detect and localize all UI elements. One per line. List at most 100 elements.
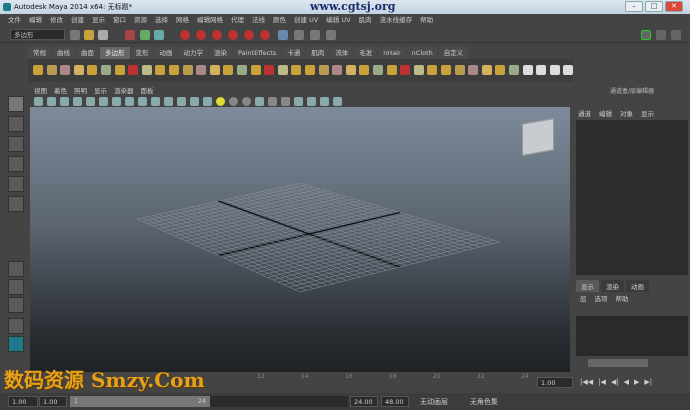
panel-tool-icon[interactable]	[320, 97, 329, 106]
panel-tool-icon[interactable]	[307, 97, 316, 106]
end-time-field[interactable]: 48.00	[381, 396, 409, 407]
shelf-tool-icon[interactable]	[209, 65, 220, 75]
shelf-tab[interactable]: nHair	[378, 47, 406, 59]
menu-item[interactable]: 修改	[50, 14, 63, 27]
mode-select[interactable]: 多边形	[10, 29, 65, 40]
layer-menu-item[interactable]: 层	[580, 293, 587, 303]
shelf-tab[interactable]: 多边形	[100, 47, 130, 59]
open-scene-icon[interactable]	[84, 30, 94, 40]
shelf-tab[interactable]: 肌肉	[306, 47, 330, 59]
shelf-tool-icon[interactable]	[60, 65, 71, 75]
shelf-tool-icon[interactable]	[359, 65, 370, 75]
shelf-tool-icon[interactable]	[332, 65, 343, 75]
layer-menu-item[interactable]: 选项	[595, 293, 608, 303]
menu-item[interactable]: 颜色	[273, 14, 286, 27]
shelf-tab[interactable]: 自定义	[438, 47, 469, 59]
shelf-tool-icon[interactable]	[454, 65, 465, 75]
shelf-tool-icon[interactable]	[441, 65, 451, 75]
shelf-tab[interactable]: PaintEffects	[233, 47, 282, 59]
shelf-tool-icon[interactable]	[481, 65, 492, 75]
shelf-tool-icon[interactable]	[345, 65, 356, 75]
anim-layer-select[interactable]: 无动画层	[420, 397, 448, 407]
menu-item[interactable]: 选择	[155, 14, 168, 27]
channel-box-area[interactable]	[576, 120, 688, 275]
shelf-tab[interactable]: 曲线	[52, 47, 75, 59]
shelf-tool-icon[interactable]	[223, 65, 234, 75]
shelf-tool-icon[interactable]	[46, 65, 57, 75]
minimize-button[interactable]: –	[625, 1, 643, 12]
shelf-tool-icon[interactable]	[468, 65, 479, 75]
panel-menu-item[interactable]: 视图	[34, 86, 47, 96]
shelf-tab[interactable]: 毛发	[354, 47, 378, 59]
channel-menu-item[interactable]: 对象	[620, 108, 633, 118]
panel-tool-icon[interactable]	[294, 97, 303, 106]
start-time-field[interactable]: 1.00	[8, 396, 38, 407]
panel-menu-item[interactable]: 照明	[74, 86, 87, 96]
layout-single-icon[interactable]	[8, 261, 24, 277]
step-back-frame-icon[interactable]: ◀|	[611, 378, 619, 386]
menu-item[interactable]: 编辑网格	[197, 14, 223, 27]
menu-item[interactable]: 代理	[231, 14, 244, 27]
shelf-tab[interactable]: 曲面	[76, 47, 99, 59]
layout-hypershade-icon[interactable]	[8, 336, 24, 352]
move-tool-icon[interactable]	[8, 156, 24, 172]
panel-menu-item[interactable]: 渲染器	[114, 86, 134, 96]
panel-menu-item[interactable]: 面板	[141, 86, 154, 96]
save-scene-icon[interactable]	[98, 30, 108, 40]
panel-tool-icon[interactable]	[99, 97, 108, 106]
maximize-button[interactable]: □	[645, 1, 663, 12]
range-track[interactable]: 1 24	[70, 396, 348, 407]
panel-menu-item[interactable]: 着色	[54, 86, 67, 96]
snap-plane-icon[interactable]	[228, 30, 238, 40]
shelf-tool-icon[interactable]	[305, 65, 315, 75]
panel-tool-icon[interactable]	[125, 97, 134, 106]
panel-tool-icon[interactable]	[177, 97, 186, 106]
shelf-tool-icon[interactable]	[509, 65, 519, 75]
scale-tool-icon[interactable]	[8, 196, 24, 212]
current-time-field[interactable]: 1.00	[537, 377, 573, 388]
play-forward-icon[interactable]: ▶	[634, 378, 639, 386]
snap-point-icon[interactable]	[212, 30, 222, 40]
new-scene-icon[interactable]	[70, 30, 80, 40]
panel-tool-icon[interactable]	[47, 97, 56, 106]
menu-item[interactable]: 创建	[71, 14, 84, 27]
snap-grid-icon[interactable]	[180, 30, 190, 40]
panel-tool-icon[interactable]	[60, 97, 69, 106]
shelf-tool-icon[interactable]	[169, 65, 179, 75]
menu-item[interactable]: 窗口	[113, 14, 126, 27]
shelf-tool-icon[interactable]	[73, 65, 84, 75]
shelf-tool-icon[interactable]	[250, 65, 261, 75]
layout-four-icon[interactable]	[8, 279, 24, 295]
menu-item[interactable]: 创建 UV	[294, 14, 318, 27]
shelf-tool-icon[interactable]	[264, 65, 275, 75]
panel-tool-icon[interactable]	[242, 97, 251, 106]
layer-tab[interactable]: 渲染	[601, 280, 624, 292]
shelf-tab[interactable]: 变形	[130, 47, 154, 59]
panel-tool-icon[interactable]	[112, 97, 121, 106]
shelf-tab[interactable]: 动画	[154, 47, 178, 59]
shelf-tab[interactable]: nCloth	[406, 47, 438, 59]
shelf-tool-icon[interactable]	[318, 65, 329, 75]
snap-magnet-icon[interactable]	[260, 30, 270, 40]
panel-tool-icon[interactable]	[138, 97, 147, 106]
shelf-tool-icon[interactable]	[549, 65, 560, 75]
toggle-tool-settings-icon[interactable]	[656, 30, 666, 40]
shelf-tool-icon[interactable]	[413, 65, 424, 75]
panel-tool-icon[interactable]	[281, 97, 290, 106]
select-object-icon[interactable]	[140, 30, 150, 40]
panel-tool-icon[interactable]	[268, 97, 277, 106]
shelf-tool-icon[interactable]	[291, 65, 302, 75]
playback-end-field[interactable]: 24.00	[350, 396, 378, 407]
close-button[interactable]: ✕	[665, 1, 683, 12]
select-component-icon[interactable]	[154, 30, 164, 40]
snap-curve-icon[interactable]	[196, 30, 206, 40]
panel-tool-icon[interactable]	[164, 97, 173, 106]
layer-scrollbar[interactable]	[588, 359, 648, 367]
rotate-tool-icon[interactable]	[8, 176, 24, 192]
panel-tool-icon[interactable]	[34, 97, 43, 106]
step-forward-key-icon[interactable]: ▶|	[644, 378, 652, 386]
menu-item[interactable]: 编辑	[29, 14, 42, 27]
panel-tool-icon[interactable]	[73, 97, 82, 106]
shelf-tool-icon[interactable]	[495, 65, 506, 75]
channel-menu-item[interactable]: 通道	[578, 108, 591, 118]
